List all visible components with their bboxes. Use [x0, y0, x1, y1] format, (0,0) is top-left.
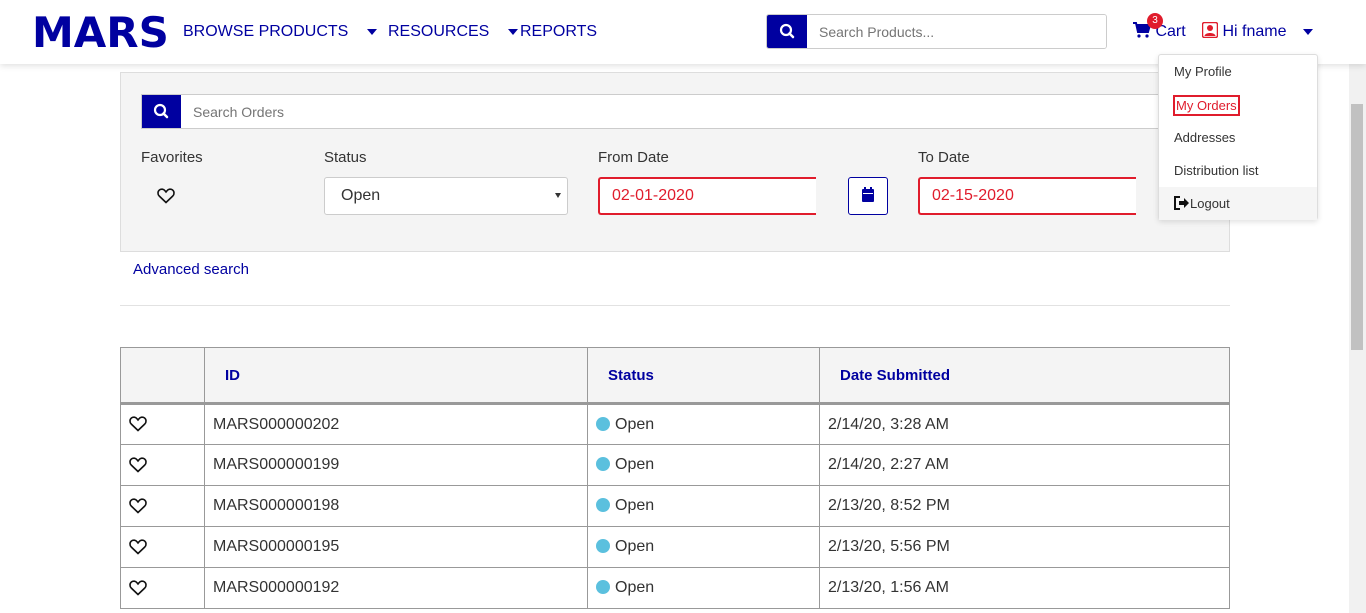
orders-search	[141, 94, 1221, 129]
nav-browse-products[interactable]: BROWSE PRODUCTS	[183, 22, 377, 42]
order-status-cell: Open	[587, 444, 820, 486]
table-row[interactable]: MARS000000192 Open 2/13/20, 1:56 AM	[120, 567, 1230, 609]
nav-reports-label: REPORTS	[520, 23, 598, 40]
favorites-label: Favorites	[141, 149, 203, 166]
chevron-down-icon	[555, 193, 561, 198]
favorite-cell	[120, 403, 205, 445]
product-search-input[interactable]	[807, 15, 1106, 48]
favorite-cell	[120, 485, 205, 527]
order-date-cell: 2/13/20, 8:52 PM	[819, 485, 1230, 527]
order-status-text: Open	[615, 456, 655, 473]
order-status-cell: Open	[587, 526, 820, 568]
logout-label: Logout	[1190, 196, 1230, 211]
menu-item-addresses[interactable]: Addresses	[1174, 130, 1235, 145]
from-date-input[interactable]: 02-01-2020	[598, 177, 816, 215]
order-date-cell: 2/14/20, 2:27 AM	[819, 444, 1230, 486]
favorite-cell	[120, 444, 205, 486]
scrollbar-thumb[interactable]	[1351, 104, 1363, 350]
order-status-cell: Open	[587, 403, 820, 445]
to-date-label: To Date	[918, 149, 970, 166]
advanced-search-link[interactable]: Advanced search	[133, 261, 249, 278]
table-row[interactable]: MARS000000199 Open 2/14/20, 2:27 AM	[120, 444, 1230, 486]
status-open-icon	[596, 416, 610, 431]
user-icon	[1201, 21, 1219, 39]
order-date-cell: 2/13/20, 1:56 AM	[819, 567, 1230, 609]
orders-search-input[interactable]	[181, 95, 1220, 128]
order-status-text: Open	[615, 579, 655, 596]
heart-icon[interactable]	[129, 539, 147, 555]
user-menu-toggle[interactable]: Hi fname	[1201, 21, 1313, 41]
order-id-cell[interactable]: MARS000000195	[204, 526, 588, 568]
from-date-value: 02-01-2020	[612, 187, 694, 204]
heart-icon[interactable]	[129, 416, 147, 432]
menu-item-logout[interactable]: Logout	[1159, 187, 1317, 220]
order-status-text: Open	[615, 538, 655, 555]
column-header-status[interactable]: Status	[587, 347, 820, 405]
status-open-icon	[596, 457, 610, 471]
order-id-cell[interactable]: MARS000000202	[204, 403, 588, 445]
search-icon	[153, 103, 169, 119]
order-id-cell[interactable]: MARS000000199	[204, 444, 588, 486]
status-select[interactable]: Open	[324, 177, 568, 215]
order-id-cell[interactable]: MARS000000192	[204, 567, 588, 609]
heart-icon[interactable]	[129, 498, 147, 514]
product-search	[766, 14, 1107, 49]
chevron-down-icon	[1302, 28, 1313, 35]
heart-icon[interactable]	[157, 188, 175, 204]
status-open-icon	[596, 539, 610, 553]
orders-search-button[interactable]	[142, 95, 181, 128]
menu-item-my-profile[interactable]: My Profile	[1174, 64, 1232, 79]
product-search-button[interactable]	[767, 15, 807, 48]
search-icon	[779, 23, 795, 39]
from-date-calendar-button[interactable]	[848, 177, 888, 215]
table-row[interactable]: MARS000000195 Open 2/13/20, 5:56 PM	[120, 526, 1230, 568]
cart-count-badge: 3	[1147, 13, 1163, 29]
heart-icon[interactable]	[129, 457, 147, 473]
nav-resources[interactable]: RESOURCES	[388, 22, 518, 42]
logout-icon	[1174, 196, 1189, 210]
table-row[interactable]: MARS000000198 Open 2/13/20, 8:52 PM	[120, 485, 1230, 527]
order-id-cell[interactable]: MARS000000198	[204, 485, 588, 527]
order-status-text: Open	[615, 497, 655, 514]
order-date-cell: 2/14/20, 3:28 AM	[819, 403, 1230, 445]
favorite-column-header	[120, 347, 205, 405]
menu-item-distribution-list[interactable]: Distribution list	[1174, 163, 1259, 178]
chevron-down-icon	[366, 28, 377, 35]
order-status-text: Open	[615, 415, 655, 433]
to-date-value: 02-15-2020	[932, 187, 1014, 204]
heart-icon[interactable]	[129, 580, 147, 596]
favorite-cell	[120, 526, 205, 568]
page-scrollbar[interactable]	[1349, 64, 1366, 613]
column-header-date-submitted[interactable]: Date Submitted	[819, 347, 1230, 405]
order-status-cell: Open	[587, 567, 820, 609]
calendar-icon	[862, 187, 874, 202]
orders-table: ID Status Date Submitted MARS000000202 Op…	[120, 347, 1230, 609]
status-open-icon	[596, 580, 610, 594]
favorite-cell	[120, 567, 205, 609]
user-greeting: Hi fname	[1222, 23, 1287, 40]
order-date-cell: 2/13/20, 5:56 PM	[819, 526, 1230, 568]
table-row[interactable]: MARS000000202 Open 2/14/20, 3:28 AM	[120, 403, 1230, 445]
status-open-icon	[596, 498, 610, 512]
to-date-input[interactable]: 02-15-2020	[918, 177, 1136, 215]
mars-logo[interactable]: MARS	[32, 12, 169, 54]
user-dropdown-menu: My Profile My Orders Addresses Distribut…	[1158, 54, 1318, 220]
divider	[120, 305, 1230, 306]
table-header-row: ID Status Date Submitted	[120, 347, 1230, 405]
column-header-id[interactable]: ID	[204, 347, 588, 405]
nav-resources-label: RESOURCES	[388, 23, 490, 40]
nav-reports[interactable]: REPORTS	[520, 22, 597, 42]
menu-item-my-orders[interactable]: My Orders	[1173, 95, 1240, 116]
order-status-cell: Open	[587, 485, 820, 527]
status-label: Status	[324, 149, 367, 166]
chevron-down-icon	[507, 28, 518, 35]
nav-browse-products-label: BROWSE PRODUCTS	[183, 23, 349, 40]
order-filter-panel: Favorites Status Open From Date 02-01-20…	[120, 72, 1230, 252]
from-date-label: From Date	[598, 149, 669, 166]
status-select-value: Open	[341, 187, 381, 204]
